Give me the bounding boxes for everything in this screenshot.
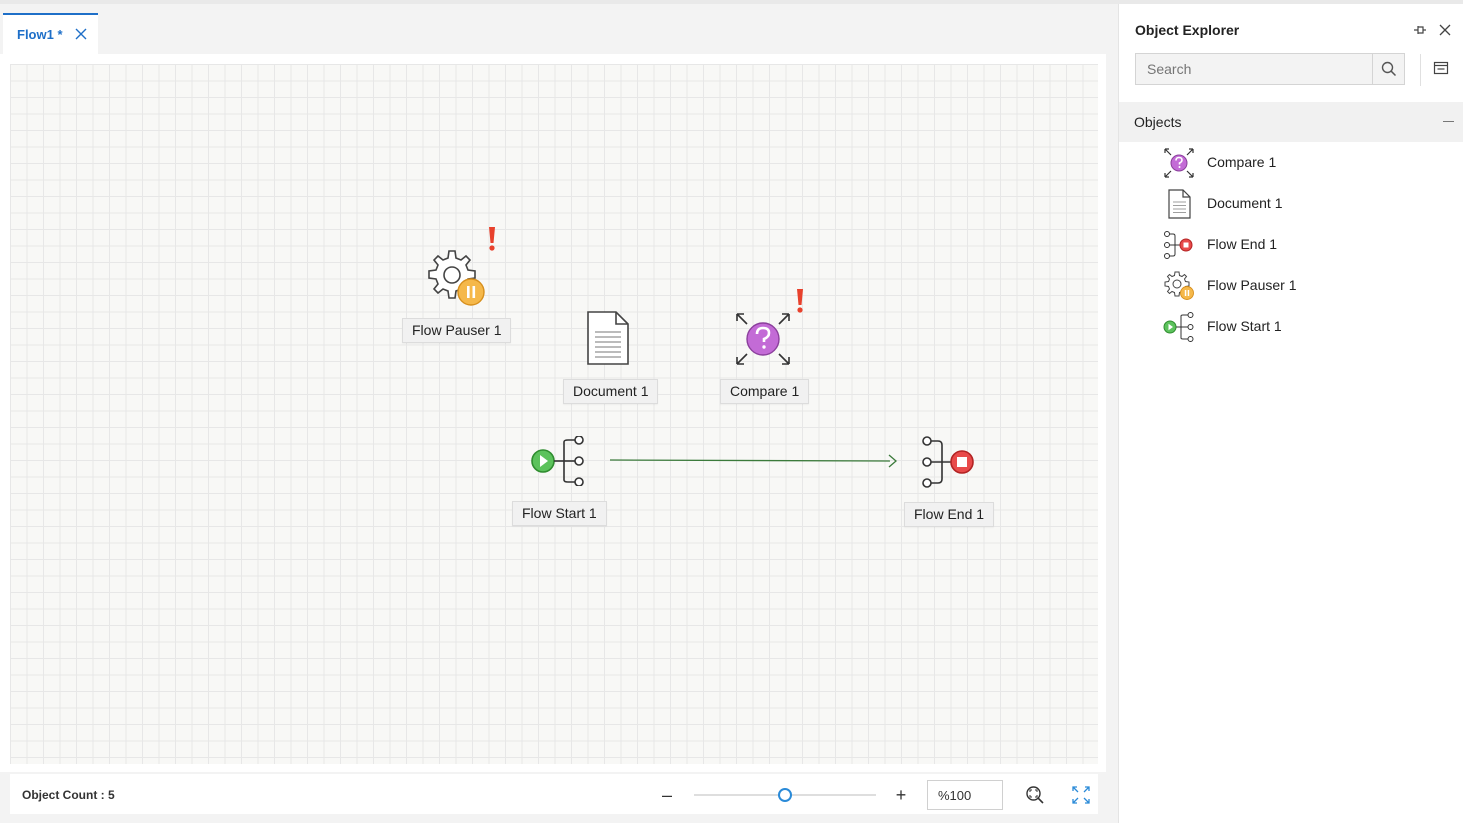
close-icon[interactable] <box>1437 22 1453 38</box>
tab-flow1[interactable]: Flow1 * <box>3 13 98 54</box>
warning-icon <box>489 227 495 251</box>
warning-icon <box>797 289 803 313</box>
collapse-all-icon[interactable] <box>1433 60 1449 76</box>
list-item-compare[interactable]: Compare 1 <box>1119 142 1463 183</box>
zoom-out-button[interactable]: – <box>656 784 678 806</box>
list-item-label: Compare 1 <box>1207 154 1277 170</box>
list-item-document[interactable]: Document 1 <box>1119 183 1463 224</box>
search-icon <box>1381 61 1396 77</box>
collapse-section-icon[interactable] <box>1443 121 1454 122</box>
flow-start-icon[interactable] <box>530 436 588 486</box>
node-label-flow-start[interactable]: Flow Start 1 <box>512 501 607 526</box>
zoom-in-button[interactable]: + <box>890 784 912 806</box>
tab-bar: Flow1 * <box>0 4 1106 54</box>
pin-icon[interactable] <box>1412 22 1428 38</box>
close-icon[interactable] <box>74 27 88 41</box>
flow-start-icon <box>1163 312 1194 342</box>
list-item-label: Flow Pauser 1 <box>1207 277 1297 293</box>
object-explorer-panel: Object Explorer Objects <box>1118 4 1463 823</box>
document-icon <box>1168 189 1191 219</box>
gear-pause-icon <box>1164 271 1194 300</box>
tab-label: Flow1 * <box>17 27 63 42</box>
objects-section-header[interactable]: Objects <box>1119 102 1463 142</box>
list-item-flow-start[interactable]: Flow Start 1 <box>1119 306 1463 347</box>
status-bar: Object Count : 5 – + <box>10 774 1098 814</box>
node-label-compare[interactable]: Compare 1 <box>720 379 810 404</box>
gear-pause-icon[interactable] <box>424 248 494 308</box>
object-count: Object Count : 5 <box>22 788 115 802</box>
divider <box>1420 54 1421 86</box>
node-label-document[interactable]: Document 1 <box>563 379 659 404</box>
search-input[interactable] <box>1136 54 1372 84</box>
compare-question-icon <box>1164 148 1194 178</box>
list-item-label: Document 1 <box>1207 195 1283 211</box>
list-item-label: Flow End 1 <box>1207 236 1278 252</box>
list-item-label: Flow Start 1 <box>1207 318 1282 334</box>
flow-end-icon <box>1164 231 1193 259</box>
flow-end-icon[interactable] <box>918 436 976 488</box>
zoom-slider-thumb[interactable] <box>778 788 792 802</box>
node-label-flow-end[interactable]: Flow End 1 <box>904 502 995 527</box>
search-button[interactable] <box>1372 54 1404 84</box>
compare-question-icon[interactable] <box>733 310 793 368</box>
document-icon[interactable] <box>585 310 631 366</box>
node-label-flow-pauser[interactable]: Flow Pauser 1 <box>402 318 512 343</box>
object-list: Compare 1 Document 1 Flow End 1 Flow Pau… <box>1119 142 1463 347</box>
connector-line[interactable] <box>10 64 1098 764</box>
search-box <box>1135 53 1405 85</box>
panel-title: Object Explorer <box>1135 22 1240 38</box>
app-window: Flow1 * Flow Pauser 1 Document 1 Compare… <box>0 0 1463 823</box>
flow-canvas[interactable]: Flow Pauser 1 Document 1 Compare 1 Flow … <box>10 64 1098 764</box>
zoom-level-input[interactable] <box>927 780 1003 810</box>
zoom-fit-icon[interactable] <box>1024 784 1046 806</box>
list-item-flow-pauser[interactable]: Flow Pauser 1 <box>1119 265 1463 306</box>
section-title: Objects <box>1134 114 1182 130</box>
list-item-flow-end[interactable]: Flow End 1 <box>1119 224 1463 265</box>
fit-to-screen-icon[interactable] <box>1070 784 1092 806</box>
workspace: Flow1 * Flow Pauser 1 Document 1 Compare… <box>0 4 1110 823</box>
canvas-area: Flow Pauser 1 Document 1 Compare 1 Flow … <box>0 54 1106 772</box>
